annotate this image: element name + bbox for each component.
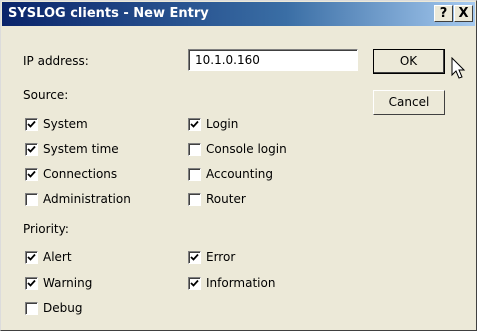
checkbox-label: Console login [206, 142, 287, 156]
checkbox-label: Information [206, 276, 276, 290]
checkbox-box[interactable] [188, 143, 201, 156]
close-button[interactable]: X [454, 5, 473, 22]
help-button[interactable]: ? [434, 5, 453, 22]
checkbox-label: Alert [43, 250, 72, 264]
ok-button[interactable]: OK [373, 49, 445, 74]
checkbox-box[interactable] [25, 143, 38, 156]
checkbox-label: Error [206, 250, 236, 264]
window-title: SYSLOG clients - New Entry [8, 6, 209, 21]
checkbox-label: Debug [43, 301, 83, 315]
syslog-dialog: SYSLOG clients - New Entry ? X IP addres… [0, 0, 477, 331]
checkbox-label: Accounting [206, 167, 274, 181]
checkbox-label: Administration [43, 192, 131, 206]
source-heading: Source: [23, 88, 69, 102]
checkbox-box[interactable] [188, 118, 201, 131]
checkbox-box[interactable] [25, 193, 38, 206]
title-bar[interactable]: SYSLOG clients - New Entry ? X [2, 2, 475, 26]
checkbox-box[interactable] [25, 118, 38, 131]
checkbox-label: Router [206, 192, 246, 206]
checkbox-box[interactable] [188, 168, 201, 181]
checkbox-label: Connections [43, 167, 118, 181]
check-mark-icon [190, 120, 199, 128]
checkbox-box[interactable] [25, 251, 38, 264]
checkbox-label: Warning [43, 276, 93, 290]
check-mark-icon [190, 279, 199, 287]
checkbox-label: Login [206, 117, 239, 131]
checkbox-label: System time [43, 142, 119, 156]
check-mark-icon [190, 253, 199, 261]
check-mark-icon [27, 145, 36, 153]
ip-address-label: IP address: [23, 54, 89, 68]
check-mark-icon [27, 170, 36, 178]
checkbox-box[interactable] [188, 251, 201, 264]
checkbox-box[interactable] [25, 277, 38, 290]
checkbox-box[interactable] [25, 302, 38, 315]
check-mark-icon [27, 120, 36, 128]
priority-heading: Priority: [23, 222, 69, 236]
checkbox-box[interactable] [188, 193, 201, 206]
check-mark-icon [27, 279, 36, 287]
check-mark-icon [27, 253, 36, 261]
ip-address-input[interactable] [188, 49, 358, 71]
cancel-button[interactable]: Cancel [373, 90, 445, 115]
checkbox-label: System [43, 117, 88, 131]
mouse-pointer-icon [451, 57, 466, 79]
checkbox-box[interactable] [25, 168, 38, 181]
checkbox-box[interactable] [188, 277, 201, 290]
